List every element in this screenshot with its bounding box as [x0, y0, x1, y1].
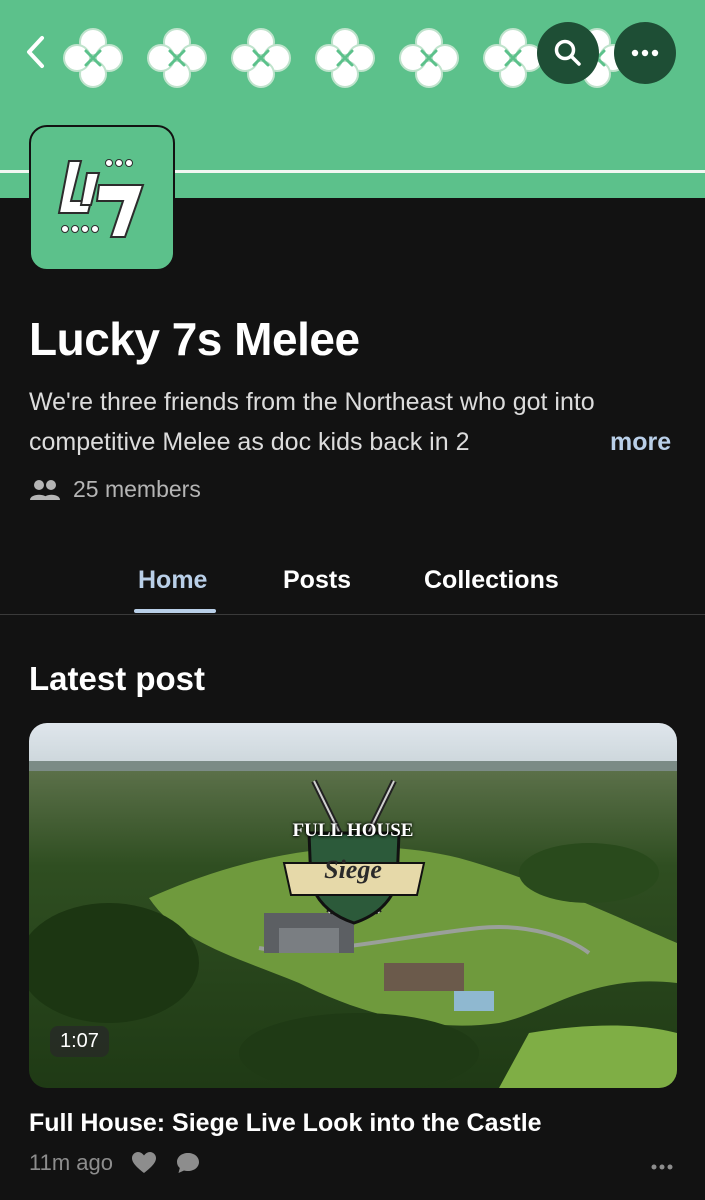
- latest-post-heading: Latest post: [29, 660, 206, 697]
- post-meta: 11m ago: [29, 1150, 201, 1176]
- heart-icon[interactable]: [131, 1151, 157, 1175]
- chevron-left-icon: [27, 36, 44, 68]
- lucky-7s-logo: [57, 159, 145, 238]
- emblem-title-line1: FULL HOUSE: [292, 820, 414, 841]
- community-name: Lucky 7s Melee: [29, 313, 360, 365]
- community-description: We're three friends from the Northeast w…: [29, 388, 595, 456]
- tab-home[interactable]: Home: [138, 566, 207, 595]
- clover-icon: [63, 28, 123, 88]
- post-time: 11m ago: [29, 1150, 113, 1175]
- tab-collections[interactable]: Collections: [424, 566, 559, 595]
- more-horizontal-icon: [651, 1164, 673, 1170]
- clover-icon: [399, 28, 459, 88]
- video-duration: 1:07: [50, 1026, 109, 1057]
- members-icon: [30, 479, 60, 500]
- back-button[interactable]: [18, 30, 54, 74]
- post-title[interactable]: Full House: Siege Live Look into the Cas…: [29, 1109, 542, 1138]
- more-horizontal-icon: [631, 49, 659, 57]
- member-count-label: 25 members: [73, 476, 201, 502]
- post-options-button[interactable]: [650, 1150, 674, 1178]
- description-more-link[interactable]: more: [610, 422, 671, 462]
- search-button[interactable]: [537, 22, 599, 84]
- emblem-title-line2: Siege: [324, 855, 382, 884]
- tab-posts[interactable]: Posts: [283, 566, 351, 595]
- clover-icon: [231, 28, 291, 88]
- more-options-button[interactable]: [614, 22, 676, 84]
- clover-icon: [147, 28, 207, 88]
- clover-icon: [315, 28, 375, 88]
- member-count[interactable]: 25 members: [29, 476, 201, 503]
- comment-icon[interactable]: [175, 1151, 201, 1175]
- search-icon: [554, 39, 581, 66]
- description-fade: [545, 422, 605, 462]
- community-logo: [29, 125, 175, 271]
- video-thumbnail[interactable]: FULL HOUSE Siege: [29, 723, 677, 1088]
- aerial-landscape-image: [29, 723, 677, 1088]
- community-tabs: Home Posts Collections: [0, 556, 705, 615]
- active-tab-indicator: [134, 609, 216, 613]
- clover-icon: [483, 28, 543, 88]
